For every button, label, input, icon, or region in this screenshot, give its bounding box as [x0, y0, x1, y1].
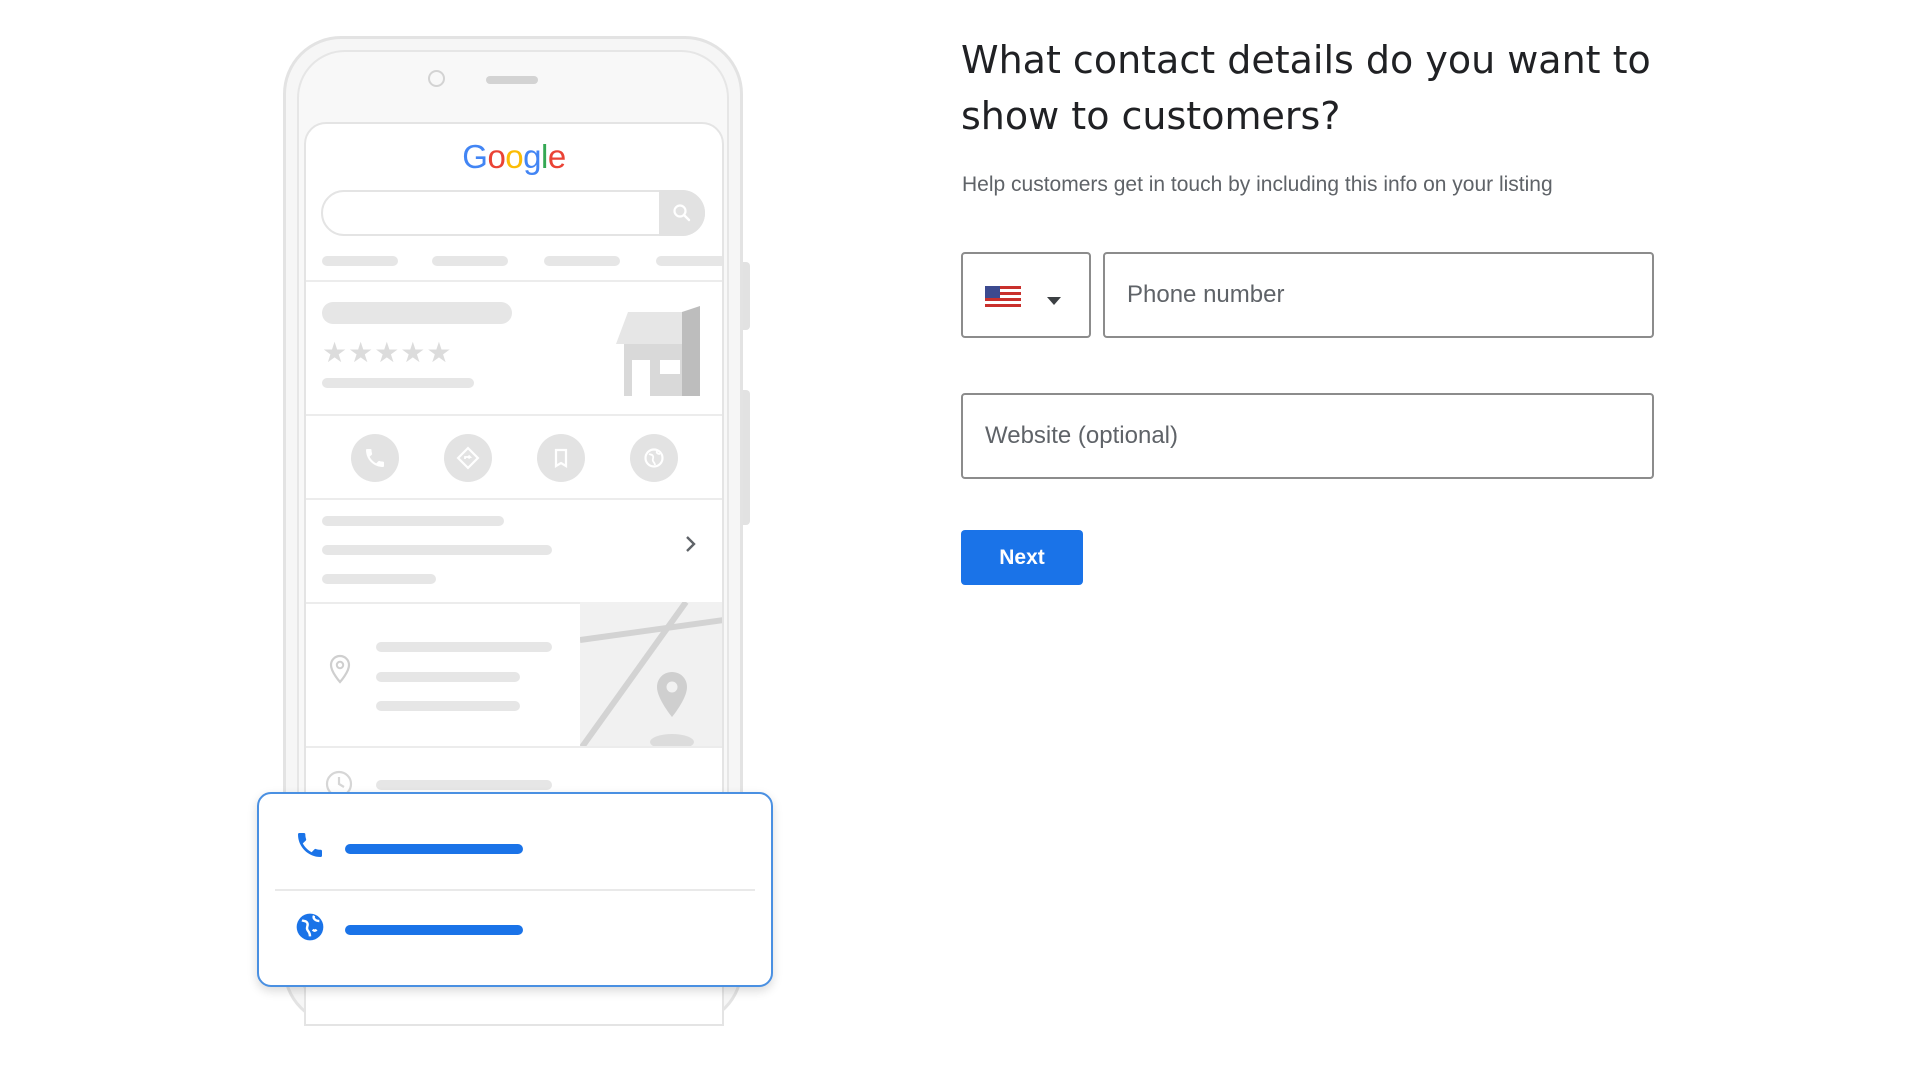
logo-letter: o: [487, 138, 506, 175]
caret-down-icon: [1047, 292, 1061, 310]
directions-icon: [444, 434, 492, 482]
logo-letter: e: [547, 138, 566, 175]
phone-side-button: [743, 390, 750, 525]
phone-speaker: [486, 76, 538, 84]
placeholder-bar: [322, 574, 436, 584]
placeholder-bar: [376, 780, 552, 790]
location-pin-icon: [328, 654, 352, 689]
mock-search-bar: [321, 190, 705, 236]
website-input[interactable]: [961, 393, 1654, 479]
placeholder-bar: [656, 256, 722, 266]
website-line-placeholder: [345, 925, 523, 935]
phone-camera: [428, 70, 445, 87]
placeholder-bar: [322, 378, 474, 388]
logo-letter: o: [505, 138, 524, 175]
contact-details-card: [257, 792, 773, 987]
globe-icon: [630, 434, 678, 482]
placeholder-bar: [544, 256, 620, 266]
phone-line-placeholder: [345, 844, 523, 854]
map-thumbnail: [580, 602, 722, 747]
placeholder-bar: [322, 516, 504, 526]
search-icon: [659, 190, 705, 236]
rating-stars: ★★★★★: [322, 337, 453, 368]
storefront-icon: [610, 304, 706, 401]
placeholder-bar: [322, 256, 398, 266]
phone-icon: [294, 829, 326, 866]
us-flag-icon: [985, 286, 1021, 313]
globe-icon: [294, 911, 326, 948]
chevron-right-icon: [684, 534, 698, 559]
phone-side-button: [743, 262, 750, 330]
placeholder-bar: [432, 256, 508, 266]
placeholder-bar: [376, 642, 552, 652]
next-button[interactable]: Next: [961, 530, 1083, 585]
placeholder-bar: [376, 701, 520, 711]
page-subtitle: Help customers get in touch by including…: [962, 173, 1553, 196]
logo-letter: g: [523, 138, 542, 175]
placeholder-bar: [322, 302, 512, 324]
phone-illustration: Google ★★★★★: [0, 0, 900, 1080]
placeholder-bar: [376, 672, 520, 682]
logo-letter: G: [462, 138, 488, 175]
logo-letter: l: [541, 138, 548, 175]
phone-number-input[interactable]: [1103, 252, 1654, 338]
placeholder-bar: [322, 545, 552, 555]
phone-icon: [351, 434, 399, 482]
country-code-select[interactable]: [961, 252, 1091, 338]
google-logo: Google: [306, 138, 722, 176]
bookmark-icon: [537, 434, 585, 482]
page-title: What contact details do you want to show…: [961, 38, 1651, 138]
